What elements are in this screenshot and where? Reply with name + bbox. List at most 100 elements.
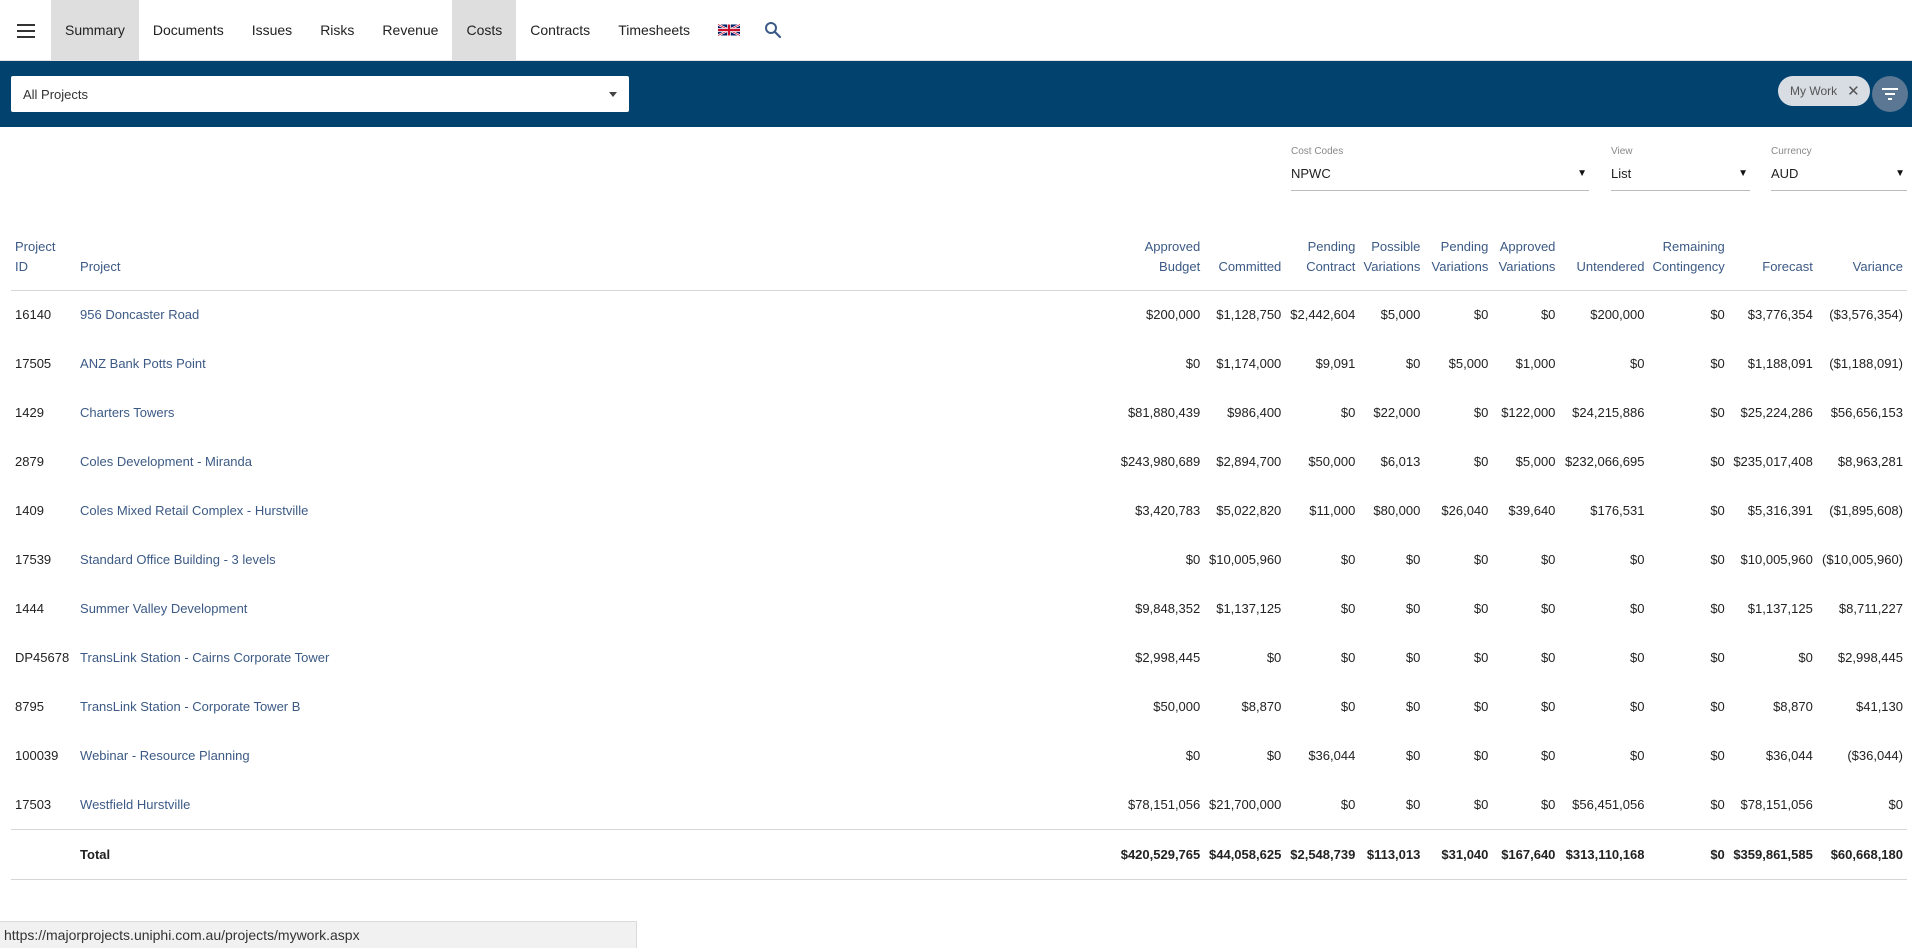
table-row: 100039 Webinar - Resource Planning $0 $0 $36… — [11, 731, 1907, 780]
tab-issues[interactable]: Issues — [238, 0, 306, 60]
total-empty-cell — [11, 828, 77, 880]
cost-codes-dropdown[interactable]: NPWC ▼ — [1291, 166, 1589, 191]
forecast-cell: $235,017,408 — [1733, 454, 1813, 469]
header-approved-variations[interactable]: Approved Variations — [1492, 230, 1560, 291]
project-link[interactable]: Webinar - Resource Planning — [76, 731, 1117, 780]
possible-variations-cell: $0 — [1405, 796, 1421, 812]
project-link[interactable]: Summer Valley Development — [76, 584, 1117, 633]
total-variance: $60,668,180 — [1816, 828, 1907, 880]
table-header-row: Project ID Project Approved Budget Commit… — [11, 230, 1907, 291]
project-link[interactable]: TransLink Station - Cairns Corporate Tow… — [76, 633, 1117, 682]
tab-summary[interactable]: Summary — [51, 0, 139, 60]
committed-cell: $0 — [1266, 650, 1282, 665]
approved-variations-cell: $1,000 — [1515, 356, 1556, 371]
tab-contracts[interactable]: Contracts — [516, 0, 604, 60]
tab-costs[interactable]: Costs — [452, 0, 517, 60]
approved-variations-cell: $0 — [1540, 650, 1556, 665]
pending-variations-cell: $5,000 — [1448, 356, 1489, 371]
tab-risks[interactable]: Risks — [306, 0, 368, 60]
project-id-cell: 16140 — [15, 307, 52, 323]
approved-budget-cell: $2,998,445 — [1135, 650, 1201, 665]
project-link[interactable]: 956 Doncaster Road — [76, 290, 1117, 339]
currency-dropdown[interactable]: AUD ▼ — [1771, 166, 1907, 191]
filter-icon — [1882, 88, 1898, 100]
approved-variations-cell: $122,000 — [1501, 405, 1556, 420]
possible-variations-cell: $6,013 — [1380, 454, 1421, 469]
table-row: 17503 Westfield Hurstville $78,151,056 $21,… — [11, 780, 1907, 829]
pending-variations-cell: $0 — [1473, 699, 1489, 714]
project-link[interactable]: Coles Mixed Retail Complex - Hurstville — [76, 486, 1117, 535]
committed-cell: $1,128,750 — [1216, 307, 1282, 323]
language-button[interactable] — [704, 0, 754, 60]
variance-cell: $8,711,227 — [1838, 601, 1903, 616]
cost-summary-table: Project ID Project Approved Budget Commit… — [11, 230, 1907, 880]
untendered-cell: $0 — [1630, 552, 1645, 567]
search-button[interactable] — [754, 0, 792, 60]
total-label: Total — [76, 828, 1117, 880]
header-forecast[interactable]: Forecast — [1728, 230, 1817, 291]
remaining-contingency-cell: $0 — [1710, 601, 1725, 616]
variance-cell: $8,963,281 — [1837, 454, 1903, 469]
project-link[interactable]: Westfield Hurstville — [76, 780, 1117, 829]
untendered-cell: $0 — [1630, 650, 1645, 665]
header-untendered[interactable]: Untendered — [1559, 230, 1649, 291]
project-link[interactable]: ANZ Bank Potts Point — [76, 339, 1117, 388]
tab-revenue[interactable]: Revenue — [368, 0, 452, 60]
total-pending-contract: $2,548,739 — [1285, 828, 1360, 880]
cost-codes-select: Cost Codes NPWC ▼ — [1291, 146, 1589, 191]
filter-button[interactable] — [1872, 76, 1908, 112]
forecast-cell: $5,316,391 — [1747, 503, 1813, 518]
project-link[interactable]: Standard Office Building - 3 levels — [76, 535, 1117, 584]
project-link[interactable]: TransLink Station - Corporate Tower B — [76, 682, 1117, 731]
approved-budget-cell: $243,980,689 — [1120, 454, 1201, 469]
view-dropdown[interactable]: List ▼ — [1611, 166, 1750, 191]
committed-cell: $2,894,700 — [1216, 454, 1282, 469]
remaining-contingency-cell: $0 — [1710, 552, 1725, 567]
project-id-cell: 1444 — [15, 601, 44, 616]
project-link[interactable]: Charters Towers — [76, 388, 1117, 437]
project-select[interactable]: All Projects — [11, 76, 629, 112]
close-icon[interactable]: ✕ — [1847, 82, 1860, 100]
untendered-cell: $176,531 — [1590, 503, 1645, 518]
committed-cell: $0 — [1266, 748, 1282, 763]
menu-button[interactable] — [0, 0, 51, 61]
header-committed[interactable]: Committed — [1204, 230, 1286, 291]
possible-variations-cell: $0 — [1405, 601, 1421, 616]
total-untendered: $313,110,168 — [1559, 828, 1649, 880]
pending-contract-cell: $0 — [1340, 650, 1356, 665]
currency-label: Currency — [1771, 146, 1812, 157]
header-pending-contract[interactable]: Pending Contract — [1285, 230, 1360, 291]
pending-contract-cell: $11,000 — [1309, 503, 1356, 518]
forecast-cell: $36,044 — [1765, 748, 1813, 763]
header-possible-variations[interactable]: Possible Variations — [1359, 230, 1425, 291]
variance-cell: ($1,895,608) — [1829, 503, 1903, 518]
remaining-contingency-cell: $0 — [1710, 307, 1725, 323]
variance-cell: ($36,044) — [1847, 748, 1903, 763]
chip-label: My Work — [1790, 84, 1838, 98]
header-project-id[interactable]: Project ID — [11, 230, 77, 291]
header-variance[interactable]: Variance — [1816, 230, 1907, 291]
forecast-cell: $25,224,286 — [1740, 405, 1813, 420]
possible-variations-cell: $0 — [1405, 356, 1421, 371]
header-remaining-contingency[interactable]: Remaining Contingency — [1648, 230, 1729, 291]
untendered-cell: $0 — [1630, 699, 1645, 714]
view-value: List — [1611, 166, 1632, 181]
header-pending-variations[interactable]: Pending Variations — [1424, 230, 1493, 291]
remaining-contingency-cell: $0 — [1710, 454, 1725, 469]
project-link[interactable]: Coles Development - Miranda — [76, 437, 1117, 486]
approved-budget-cell: $81,880,439 — [1127, 405, 1201, 420]
pending-contract-cell: $9,091 — [1315, 356, 1356, 371]
forecast-cell: $1,188,091 — [1747, 356, 1813, 371]
table-row: 16140 956 Doncaster Road $200,000 $1,128,75… — [11, 290, 1907, 339]
table-row: 17539 Standard Office Building - 3 levels… — [11, 535, 1907, 584]
header-approved-budget[interactable]: Approved Budget — [1116, 230, 1205, 291]
approved-budget-cell: $0 — [1185, 356, 1201, 371]
header-project[interactable]: Project — [76, 230, 1117, 291]
variance-cell: ($10,005,960) — [1822, 552, 1903, 567]
untendered-cell: $24,215,886 — [1572, 405, 1645, 420]
approved-budget-cell: $3,420,783 — [1135, 503, 1201, 518]
tab-timesheets[interactable]: Timesheets — [604, 0, 704, 60]
committed-cell: $5,022,820 — [1216, 503, 1282, 518]
tab-documents[interactable]: Documents — [139, 0, 238, 60]
committed-cell: $10,005,960 — [1209, 552, 1282, 567]
